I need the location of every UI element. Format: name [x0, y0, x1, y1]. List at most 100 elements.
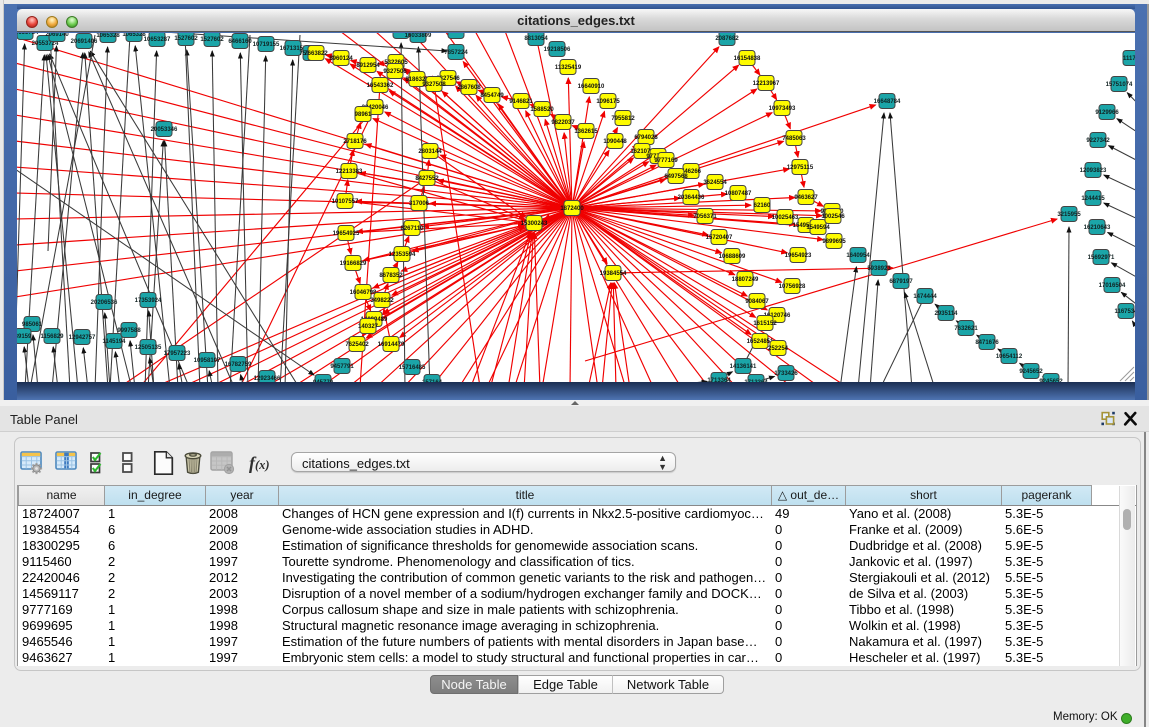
svg-text:12093823: 12093823 — [1080, 168, 1107, 174]
svg-text:10107557: 10107557 — [332, 199, 359, 205]
svg-text:20206536: 20206536 — [91, 300, 118, 306]
svg-text:9146821: 9146821 — [509, 99, 533, 105]
svg-text:10654112: 10654112 — [996, 354, 1023, 360]
svg-text:16640910: 16640910 — [578, 84, 605, 90]
svg-text:15751074: 15751074 — [1106, 82, 1133, 88]
svg-text:1527602: 1527602 — [174, 36, 198, 42]
svg-text:16782759: 16782759 — [225, 362, 252, 368]
svg-text:1167534: 1167534 — [1114, 309, 1135, 315]
svg-text:7625402: 7625402 — [345, 342, 369, 348]
svg-text:945779: 945779 — [313, 380, 334, 382]
svg-text:7485063: 7485063 — [782, 136, 806, 142]
svg-text:9899695: 9899695 — [822, 239, 846, 245]
svg-text:2718176: 2718176 — [343, 139, 367, 145]
svg-text:317006: 317006 — [409, 201, 430, 207]
svg-text:20553724: 20553724 — [17, 33, 39, 36]
svg-text:8678352: 8678352 — [379, 273, 403, 279]
svg-text:10973493: 10973493 — [769, 106, 796, 112]
svg-text:7857224: 7857224 — [444, 50, 468, 56]
svg-text:12353594: 12353594 — [389, 252, 416, 258]
svg-text:1244415: 1244415 — [1081, 196, 1105, 202]
svg-text:1527602: 1527602 — [200, 37, 224, 43]
svg-text:5938923: 5938923 — [867, 266, 891, 272]
svg-text:98961: 98961 — [355, 112, 372, 118]
svg-text:3215955: 3215955 — [1057, 212, 1081, 218]
svg-text:2867608: 2867608 — [457, 85, 481, 91]
svg-text:17016504: 17016504 — [1099, 283, 1126, 289]
svg-text:985061: 985061 — [22, 322, 43, 328]
svg-text:9084067: 9084067 — [745, 299, 769, 305]
svg-text:9245652: 9245652 — [1019, 369, 1043, 375]
svg-text:1713364: 1713364 — [744, 380, 768, 382]
svg-text:62160: 62160 — [754, 203, 771, 209]
svg-text:16648784: 16648784 — [874, 99, 901, 105]
svg-text:1872400: 1872400 — [560, 206, 584, 212]
svg-text:252254: 252254 — [768, 346, 789, 352]
svg-text:7955812: 7955812 — [611, 116, 635, 122]
svg-text:157164: 157164 — [422, 380, 443, 382]
svg-text:1733426: 1733426 — [774, 371, 798, 377]
svg-text:15716485: 15716485 — [399, 365, 426, 371]
svg-text:20364436: 20364436 — [678, 195, 705, 201]
svg-text:9457791: 9457791 — [330, 364, 354, 370]
svg-text:3498222: 3498222 — [370, 298, 394, 304]
svg-text:12213383: 12213383 — [336, 169, 363, 175]
svg-text:15300243: 15300243 — [521, 221, 548, 227]
svg-text:1156829: 1156829 — [40, 334, 64, 340]
svg-text:7056371: 7056371 — [693, 214, 717, 220]
svg-text:11173: 11173 — [1123, 56, 1135, 62]
svg-text:15720407: 15720407 — [706, 235, 733, 241]
svg-text:12213967: 12213967 — [753, 81, 780, 87]
svg-text:6794028: 6794028 — [634, 135, 658, 141]
svg-text:9227342: 9227342 — [1086, 138, 1110, 144]
svg-text:8267110: 8267110 — [400, 226, 424, 232]
svg-text:17957223: 17957223 — [164, 351, 191, 357]
svg-text:20053346: 20053346 — [151, 127, 178, 133]
svg-text:1090448: 1090448 — [603, 139, 627, 145]
svg-text:7632621: 7632621 — [954, 326, 978, 332]
svg-text:14136141: 14136141 — [730, 364, 757, 370]
svg-text:19166829: 19166829 — [340, 261, 367, 267]
svg-text:8471676: 8471676 — [975, 340, 999, 346]
svg-text:10807487: 10807487 — [725, 191, 752, 197]
svg-text:9327506: 9327506 — [383, 69, 407, 75]
svg-text:1474444: 1474444 — [913, 294, 937, 300]
svg-text:10958107: 10958107 — [194, 358, 221, 364]
svg-text:1002546: 1002546 — [821, 214, 845, 220]
svg-text:1640954: 1640954 — [846, 253, 870, 259]
svg-text:2935114: 2935114 — [934, 311, 958, 317]
svg-text:1145194: 1145194 — [102, 339, 126, 345]
svg-text:19384554: 19384554 — [600, 271, 627, 277]
svg-text:2069140: 2069140 — [45, 33, 69, 38]
svg-text:8454749: 8454749 — [480, 93, 504, 99]
svg-text:39159: 39159 — [17, 334, 32, 340]
svg-text:9997588: 9997588 — [117, 328, 141, 334]
svg-text:20691406: 20691406 — [71, 39, 98, 45]
svg-text:19654923: 19654923 — [785, 253, 812, 259]
svg-text:1713364: 1713364 — [707, 378, 731, 382]
svg-text:1588520: 1588520 — [530, 107, 554, 113]
svg-text:8813054: 8813054 — [524, 36, 548, 42]
svg-text:140327: 140327 — [358, 324, 379, 330]
svg-text:8427552: 8427552 — [415, 176, 439, 182]
svg-text:18807249: 18807249 — [732, 277, 759, 283]
svg-text:3624554: 3624554 — [703, 180, 727, 186]
svg-text:8912954: 8912954 — [356, 63, 380, 69]
svg-text:9245652: 9245652 — [1039, 379, 1063, 382]
svg-text:16046798: 16046798 — [350, 290, 377, 296]
svg-text:16914479: 16914479 — [378, 342, 405, 348]
svg-text:16033809: 16033809 — [405, 33, 432, 39]
svg-text:6497568: 6497568 — [664, 174, 688, 180]
svg-text:19654925: 19654925 — [333, 231, 360, 237]
svg-text:1615152: 1615152 — [753, 321, 777, 327]
svg-text:10756928: 10756928 — [779, 284, 806, 290]
svg-text:10719155: 10719155 — [253, 42, 280, 48]
svg-text:12505135: 12505135 — [135, 345, 162, 351]
svg-text:9777169: 9777169 — [654, 158, 678, 164]
svg-text:10025463: 10025463 — [772, 215, 799, 221]
svg-text:1096175: 1096175 — [596, 99, 620, 105]
svg-text:6879197: 6879197 — [889, 279, 913, 285]
svg-text:1549594: 1549594 — [806, 225, 830, 231]
svg-text:8960124: 8960124 — [329, 56, 353, 62]
svg-text:12942757: 12942757 — [69, 335, 96, 341]
